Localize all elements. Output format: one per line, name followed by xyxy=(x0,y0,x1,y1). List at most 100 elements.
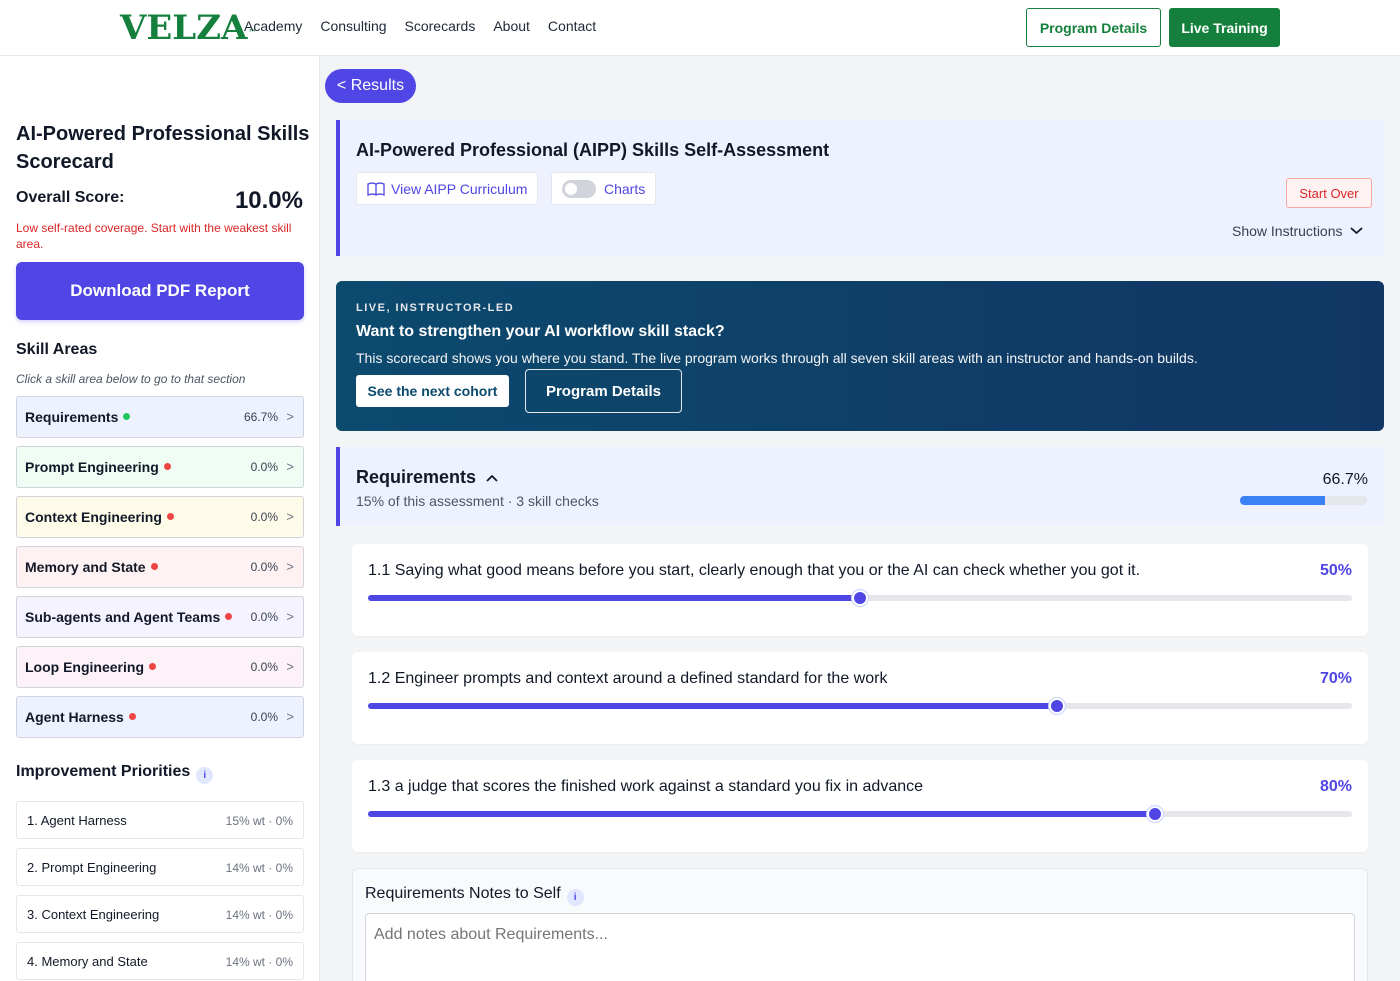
skill-area-score: 0.0% xyxy=(250,510,278,524)
show-instructions-toggle[interactable]: Show Instructions xyxy=(1232,223,1363,239)
notes-title-text: Requirements Notes to Self xyxy=(365,885,561,902)
view-curriculum-button[interactable]: View AIPP Curriculum xyxy=(356,172,539,205)
priority-item[interactable]: 4. Memory and State 14% wt · 0% xyxy=(16,942,304,980)
skill-area-score: 0.0% xyxy=(250,710,278,724)
live-training-button[interactable]: Live Training xyxy=(1169,8,1280,47)
status-dot-icon xyxy=(128,712,136,720)
nav-link-consulting[interactable]: Consulting xyxy=(320,18,386,34)
skill-area-list: Requirements 66.7% > Prompt Engineering 0.0%… xyxy=(16,396,304,746)
chevron-right-icon: > xyxy=(286,459,294,474)
skill-area-score: 66.7% xyxy=(243,410,278,424)
improvement-priorities-heading: Improvement Priorities i xyxy=(16,763,214,784)
skill-area-name: Loop Engineering xyxy=(25,659,144,675)
skill-area-item[interactable]: Requirements 66.7% > xyxy=(16,396,304,438)
priority-weight: 15% wt · 0% xyxy=(225,814,293,828)
section-title-text: Requirements xyxy=(356,467,477,487)
nav-link-academy[interactable]: Academy xyxy=(244,18,302,34)
priority-name: 4. Memory and State xyxy=(27,953,148,969)
status-dot-icon xyxy=(150,562,158,570)
promo-program-details-button[interactable]: Program Details xyxy=(525,369,682,413)
priority-item[interactable]: 3. Context Engineering 14% wt · 0% xyxy=(16,895,304,933)
skill-areas-hint: Click a skill area below to go to that s… xyxy=(16,372,246,386)
overall-score-value: 10.0% xyxy=(234,187,303,214)
info-icon[interactable]: i xyxy=(566,889,584,906)
skill-check-card: 1.2 Engineer prompts and context around … xyxy=(352,652,1368,744)
section-subtitle: 15% of this assessment · 3 skill checks xyxy=(356,493,599,509)
slider-fill xyxy=(368,811,1156,817)
nav-link-contact[interactable]: Contact xyxy=(548,18,596,34)
skill-check-slider[interactable] xyxy=(368,698,1352,714)
skill-check-value: 70% xyxy=(1319,670,1352,687)
skill-check-question: 1.3 a judge that scores the finished wor… xyxy=(368,778,924,795)
skill-area-item[interactable]: Prompt Engineering 0.0% > xyxy=(16,446,304,488)
promo-title: Want to strengthen your AI workflow skil… xyxy=(356,323,725,340)
status-dot-icon xyxy=(163,462,171,470)
priority-item[interactable]: 1. Agent Harness 15% wt · 0% xyxy=(16,801,304,839)
skill-check-card: 1.3 a judge that scores the finished wor… xyxy=(352,760,1368,852)
nav-link-scorecards[interactable]: Scorecards xyxy=(405,18,476,34)
skill-area-item[interactable]: Context Engineering 0.0% > xyxy=(16,496,304,538)
skill-area-item[interactable]: Memory and State 0.0% > xyxy=(16,546,304,588)
chevron-right-icon: > xyxy=(286,559,294,574)
charts-label: Charts xyxy=(604,180,646,197)
see-next-cohort-button[interactable]: See the next cohort xyxy=(356,375,509,407)
promo-eyebrow: LIVE, INSTRUCTOR-LED xyxy=(356,302,515,314)
assessment-header: AI-Powered Professional (AIPP) Skills Se… xyxy=(336,120,1384,256)
back-to-results-button[interactable]: < Results xyxy=(325,69,416,103)
skill-area-score: 0.0% xyxy=(250,660,278,674)
slider-fill xyxy=(368,595,860,601)
show-instructions-label: Show Instructions xyxy=(1232,223,1343,239)
overall-score-label: Overall Score: xyxy=(16,189,125,206)
skill-area-item[interactable]: Agent Harness 0.0% > xyxy=(16,696,304,738)
priority-name: 1. Agent Harness xyxy=(27,812,127,828)
view-curriculum-label: View AIPP Curriculum xyxy=(391,180,528,197)
chevron-right-icon: > xyxy=(286,409,294,424)
section-progress-bar xyxy=(1240,496,1367,505)
slider-thumb[interactable] xyxy=(852,590,868,606)
logo-text: VELZA xyxy=(120,8,248,48)
charts-toggle-button[interactable]: Charts xyxy=(551,172,657,205)
priority-item[interactable]: 2. Prompt Engineering 14% wt · 0% xyxy=(16,848,304,886)
status-dot-icon xyxy=(123,412,131,420)
skill-check-question: 1.2 Engineer prompts and context around … xyxy=(368,670,888,687)
chevron-right-icon: > xyxy=(286,659,294,674)
velza-logo[interactable]: VELZA™ xyxy=(120,10,256,46)
skill-area-score: 0.0% xyxy=(250,460,278,474)
priority-weight: 14% wt · 0% xyxy=(225,955,293,969)
chevron-up-icon[interactable] xyxy=(486,474,498,482)
skill-area-item[interactable]: Loop Engineering 0.0% > xyxy=(16,646,304,688)
nav-link-about[interactable]: About xyxy=(493,18,530,34)
download-pdf-button[interactable]: Download PDF Report xyxy=(16,262,304,320)
priorities-title-text: Improvement Priorities xyxy=(16,763,191,780)
priority-name: 2. Prompt Engineering xyxy=(27,859,157,875)
live-training-promo: LIVE, INSTRUCTOR-LED Want to strengthen … xyxy=(336,281,1384,431)
skill-check-value: 80% xyxy=(1319,778,1352,795)
promo-text: This scorecard shows you where you stand… xyxy=(356,350,1198,366)
slider-thumb[interactable] xyxy=(1048,698,1065,714)
start-over-button[interactable]: Start Over xyxy=(1286,178,1372,208)
status-dot-icon xyxy=(149,662,156,670)
status-dot-icon xyxy=(166,512,174,520)
skill-area-name: Agent Harness xyxy=(25,709,124,725)
notes-textarea[interactable] xyxy=(365,913,1355,981)
slider-thumb[interactable] xyxy=(1147,806,1164,822)
book-open-icon xyxy=(367,181,385,196)
skill-check-question: 1.1 Saying what good means before you st… xyxy=(368,562,1141,579)
requirements-section-header[interactable]: Requirements 15% of this assessment · 3 … xyxy=(336,447,1384,526)
skill-area-name: Memory and State xyxy=(25,559,146,575)
skill-check-slider[interactable] xyxy=(368,590,1352,606)
status-dot-icon xyxy=(225,612,233,620)
toggle-switch-icon[interactable] xyxy=(562,179,596,198)
notes-title: Requirements Notes to Self i xyxy=(365,885,584,906)
requirements-notes: Requirements Notes to Self i xyxy=(352,868,1368,981)
assessment-title: AI-Powered Professional (AIPP) Skills Se… xyxy=(356,140,830,160)
slider-fill xyxy=(368,703,1057,709)
priority-weight: 14% wt · 0% xyxy=(225,908,293,922)
info-icon[interactable]: i xyxy=(196,767,214,784)
scorecard-title: AI-Powered Professional Skills Scorecard xyxy=(16,123,310,173)
program-details-button[interactable]: Program Details xyxy=(1026,8,1161,47)
skill-check-slider[interactable] xyxy=(368,806,1352,822)
skill-area-item[interactable]: Sub-agents and Agent Teams 0.0% > xyxy=(16,596,304,638)
priority-weight: 14% wt · 0% xyxy=(225,861,293,875)
skill-area-score: 0.0% xyxy=(250,560,278,574)
